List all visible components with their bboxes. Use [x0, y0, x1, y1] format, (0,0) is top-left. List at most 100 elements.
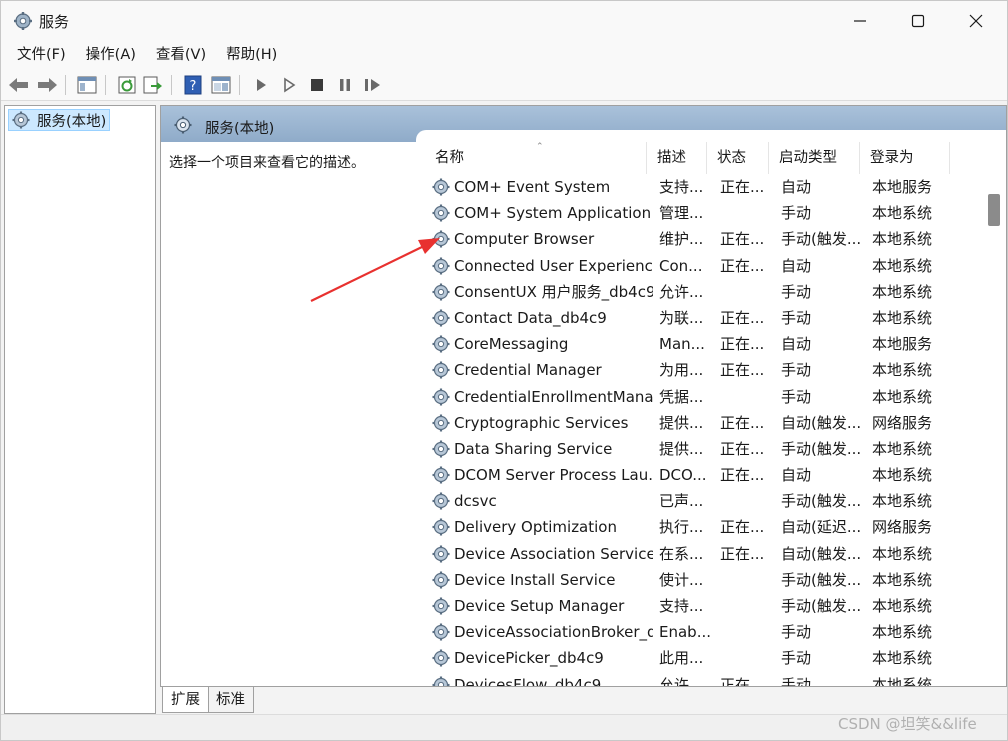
view-tabs: 扩展 标准	[160, 687, 1007, 713]
start-service-button[interactable]	[249, 73, 273, 97]
service-startup-type: 自动	[781, 335, 812, 354]
panel-title: 服务(本地)	[205, 121, 275, 137]
menu-action[interactable]: 操作(A)	[76, 42, 146, 68]
service-name-cell: DeviceAssociationBroker_d...	[431, 619, 653, 645]
refresh-button[interactable]	[115, 73, 139, 97]
table-row[interactable]: CredentialEnrollmentMana... 凭据... 手动 本地系统	[425, 384, 1001, 410]
service-name: DCOM Server Process Lau...	[454, 466, 653, 485]
minimize-button[interactable]	[831, 1, 889, 41]
maximize-button[interactable]	[889, 1, 947, 41]
stop-service-button[interactable]	[305, 73, 329, 97]
service-logon-as: 本地系统	[872, 675, 933, 687]
close-button[interactable]	[947, 1, 1005, 41]
service-status: 正在...	[720, 308, 765, 327]
scrollbar-thumb[interactable]	[988, 194, 1000, 226]
pause-service-button[interactable]	[333, 73, 357, 97]
service-logon-as: 本地系统	[872, 204, 933, 223]
restart-service-button[interactable]	[361, 73, 385, 97]
refresh-icon	[118, 76, 136, 94]
table-row[interactable]: Connected User Experienc... Con... 正在... 自动…	[425, 253, 1001, 279]
table-row[interactable]: Data Sharing Service 提供... 正在... 手动(触发... 本地…	[425, 436, 1001, 462]
service-name: Delivery Optimization	[454, 518, 617, 537]
properties-button[interactable]	[209, 73, 233, 97]
menu-file[interactable]: 文件(F)	[7, 42, 76, 68]
gear-icon	[432, 335, 450, 353]
start-service-alt-button[interactable]	[277, 73, 301, 97]
watermark: CSDN @坦笑&&life	[838, 715, 977, 733]
sort-ascending-icon: ⌃	[536, 142, 544, 152]
table-row[interactable]: DevicesFlow_db4c9 允许... 正在... 手动 本地系统	[425, 672, 1001, 687]
back-button[interactable]	[7, 73, 31, 97]
table-row[interactable]: ConsentUX 用户服务_db4c9 允许... 手动 本地系统	[425, 279, 1001, 305]
gear-icon	[432, 518, 450, 536]
menu-view[interactable]: 查看(V)	[146, 42, 216, 68]
table-row[interactable]: Computer Browser 维护... 正在... 手动(触发... 本地系统	[425, 226, 1001, 252]
description-text: 选择一个项目来查看它的描述。	[169, 155, 365, 171]
service-status	[720, 645, 772, 671]
service-name: DevicesFlow_db4c9	[454, 675, 602, 687]
service-startup-type: 手动(触发...	[781, 597, 862, 615]
table-row[interactable]: DCOM Server Process Lau... DCO... 正在... 自动 本…	[425, 462, 1001, 488]
tab-extended[interactable]: 扩展	[162, 687, 209, 713]
forward-button[interactable]	[35, 73, 59, 97]
service-logon-as: 本地系统	[872, 282, 933, 301]
service-description: 提供...	[659, 439, 704, 458]
service-status: 正在...	[720, 439, 765, 458]
table-row[interactable]: dcsvc 已声... 手动(触发... 本地系统	[425, 488, 1001, 514]
column-header-status[interactable]: 状态	[707, 142, 769, 174]
table-row[interactable]: DevicePicker_db4c9 此用... 手动 本地系统	[425, 645, 1001, 671]
service-name-cell: DevicesFlow_db4c9	[431, 672, 653, 687]
service-logon-as: 本地系统	[872, 597, 933, 615]
tab-standard[interactable]: 标准	[208, 687, 254, 713]
service-description: 使计...	[659, 570, 704, 589]
table-row[interactable]: COM+ System Application 管理... 手动 本地系统	[425, 200, 1001, 226]
table-row[interactable]: Cryptographic Services 提供... 正在... 自动(触发...…	[425, 410, 1001, 436]
vertical-scrollbar[interactable]	[983, 142, 1006, 686]
export-icon	[143, 76, 162, 94]
service-name: CoreMessaging	[454, 335, 569, 354]
table-row[interactable]: COM+ Event System 支持... 正在... 自动 本地服务	[425, 174, 1001, 200]
service-logon-as: 网络服务	[872, 518, 933, 537]
table-row[interactable]: DeviceAssociationBroker_d... Enab... 手动 本地系…	[425, 619, 1001, 645]
table-row[interactable]: Device Install Service 使计... 手动(触发... 本地系统	[425, 567, 1001, 593]
service-startup-type: 手动	[781, 204, 812, 223]
show-console-tree-button[interactable]	[75, 73, 99, 97]
service-name-cell: Data Sharing Service	[431, 436, 653, 462]
gear-icon	[432, 545, 450, 563]
service-description: 为用...	[659, 361, 704, 380]
tree-node-services-local[interactable]: 服务(本地)	[8, 109, 110, 131]
service-status	[720, 567, 772, 593]
column-header-logon-as[interactable]: 登录为	[860, 142, 950, 174]
service-name-cell: Cryptographic Services	[431, 410, 653, 436]
service-name: dcsvc	[454, 492, 497, 511]
maximize-icon	[911, 14, 925, 28]
console-tree: 服务(本地)	[4, 105, 156, 714]
gear-icon	[432, 492, 450, 510]
svg-text:?: ?	[190, 79, 197, 94]
export-button[interactable]	[141, 73, 165, 97]
service-status: 正在...	[720, 335, 765, 354]
column-header-description[interactable]: 描述	[647, 142, 707, 174]
service-status: 正在...	[720, 466, 765, 485]
table-row[interactable]: Device Association Service 在系... 正在... 自动(触…	[425, 541, 1001, 567]
service-startup-type: 手动	[781, 649, 812, 668]
table-row[interactable]: Delivery Optimization 执行... 正在... 自动(延迟... 网…	[425, 514, 1001, 540]
minimize-icon	[854, 20, 866, 22]
service-name: Cryptographic Services	[454, 413, 629, 432]
service-description: DCO...	[659, 466, 707, 485]
column-header-startup-type[interactable]: 启动类型	[769, 142, 860, 174]
table-row[interactable]: Device Setup Manager 支持... 手动(触发... 本地系统	[425, 593, 1001, 619]
pause-icon	[340, 79, 350, 91]
gear-icon	[432, 649, 450, 667]
service-name-cell: Delivery Optimization	[431, 514, 653, 540]
service-description: 执行...	[659, 518, 704, 537]
table-row[interactable]: Credential Manager 为用... 正在... 手动 本地系统	[425, 357, 1001, 383]
help-button[interactable]: ?	[181, 73, 205, 97]
table-row[interactable]: CoreMessaging Man... 正在... 自动 本地服务	[425, 331, 1001, 357]
service-name: Credential Manager	[454, 361, 602, 380]
toolbar-separator	[239, 75, 240, 95]
service-startup-type: 自动(触发...	[781, 413, 862, 432]
service-description: 为联...	[659, 308, 704, 327]
table-row[interactable]: Contact Data_db4c9 为联... 正在... 手动 本地系统	[425, 305, 1001, 331]
menu-help[interactable]: 帮助(H)	[216, 42, 287, 68]
